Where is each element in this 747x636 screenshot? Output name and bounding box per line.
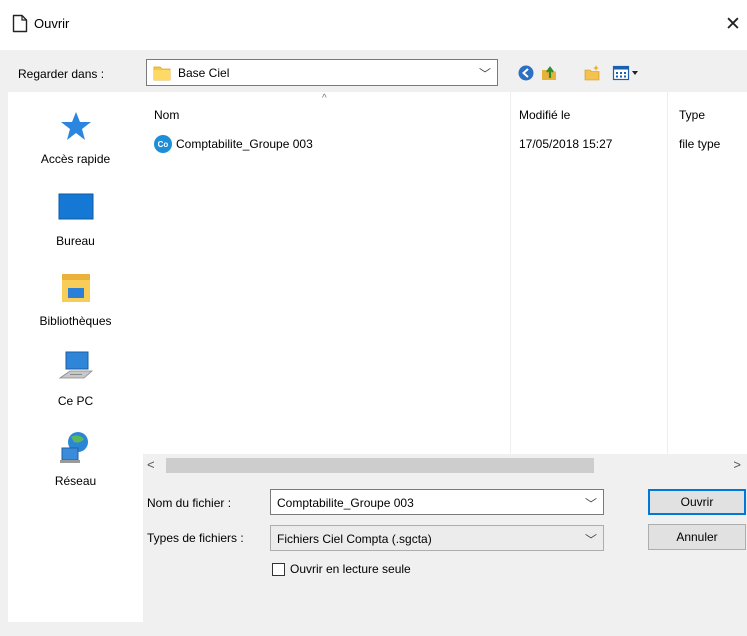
look-in-combobox[interactable]: Base Ciel ﹀ xyxy=(146,59,498,86)
place-label: Réseau xyxy=(54,474,97,488)
place-label: Bureau xyxy=(56,234,95,248)
file-name: Comptabilite_Groupe 003 xyxy=(176,137,313,151)
up-folder-icon[interactable] xyxy=(540,64,558,82)
file-name-value: Comptabilite_Groupe 003 xyxy=(277,496,414,510)
column-header-name[interactable]: Nom xyxy=(154,108,179,122)
chevron-down-icon: ﹀ xyxy=(478,67,491,81)
title-bar: Ouvrir ✕ xyxy=(0,0,747,50)
place-label: Bibliothèques xyxy=(39,314,112,328)
this-pc-icon xyxy=(58,351,93,379)
network-icon xyxy=(59,432,88,463)
file-name-combobox[interactable]: Comptabilite_Groupe 003 ﹀ xyxy=(270,489,604,515)
column-header-type[interactable]: Type xyxy=(679,108,705,122)
read-only-checkbox[interactable] xyxy=(272,563,285,576)
back-icon[interactable] xyxy=(517,64,535,82)
dialog-title: Ouvrir xyxy=(34,16,70,31)
horizontal-scrollbar[interactable]: < > xyxy=(143,454,747,477)
place-network[interactable]: Réseau xyxy=(8,428,143,488)
chevron-down-icon: ﹀ xyxy=(584,497,597,511)
place-label: Ce PC xyxy=(57,394,94,408)
close-button[interactable]: ✕ xyxy=(722,12,744,36)
scroll-left-icon[interactable]: < xyxy=(147,457,155,472)
column-divider xyxy=(667,92,668,454)
ciel-compta-file-icon: Co xyxy=(154,135,172,153)
file-types-label: Types de fichiers : xyxy=(147,531,244,545)
new-folder-icon[interactable] xyxy=(583,64,601,82)
place-libraries[interactable]: Bibliothèques xyxy=(8,268,143,328)
look-in-label: Regarder dans : xyxy=(18,67,105,81)
document-icon xyxy=(12,14,28,33)
chevron-down-icon: ﹀ xyxy=(584,533,597,547)
column-divider xyxy=(510,92,511,454)
views-menu-icon[interactable] xyxy=(612,64,640,82)
places-bar: Accès rapide Bureau Bibliothèques Ce PC … xyxy=(8,92,143,622)
open-button[interactable]: Ouvrir xyxy=(648,489,746,515)
desktop-icon xyxy=(58,193,93,220)
place-label: Accès rapide xyxy=(40,152,111,166)
sort-ascending-icon: ^ xyxy=(322,93,327,104)
open-file-dialog: Ouvrir ✕ Regarder dans : Base Ciel ﹀ Acc… xyxy=(0,0,747,636)
folder-icon xyxy=(153,66,171,81)
scrollbar-thumb[interactable] xyxy=(166,458,594,473)
file-type: file type xyxy=(679,137,721,151)
file-modified: 17/05/2018 15:27 xyxy=(519,137,613,151)
scroll-right-icon[interactable]: > xyxy=(733,457,741,472)
close-icon: ✕ xyxy=(725,13,741,35)
quick-access-star-icon xyxy=(60,112,91,140)
file-types-select[interactable]: Fichiers Ciel Compta (.sgcta) ﹀ xyxy=(270,525,604,551)
place-desktop[interactable]: Bureau xyxy=(8,188,143,248)
file-types-value: Fichiers Ciel Compta (.sgcta) xyxy=(277,532,432,546)
place-quick-access[interactable]: Accès rapide xyxy=(8,106,143,166)
place-this-pc[interactable]: Ce PC xyxy=(8,348,143,408)
column-header-modified[interactable]: Modifié le xyxy=(519,108,570,122)
cancel-button[interactable]: Annuler xyxy=(648,524,746,550)
libraries-icon xyxy=(61,274,90,302)
read-only-label[interactable]: Ouvrir en lecture seule xyxy=(290,562,411,576)
file-name-label: Nom du fichier : xyxy=(147,496,232,510)
look-in-value: Base Ciel xyxy=(178,66,230,80)
